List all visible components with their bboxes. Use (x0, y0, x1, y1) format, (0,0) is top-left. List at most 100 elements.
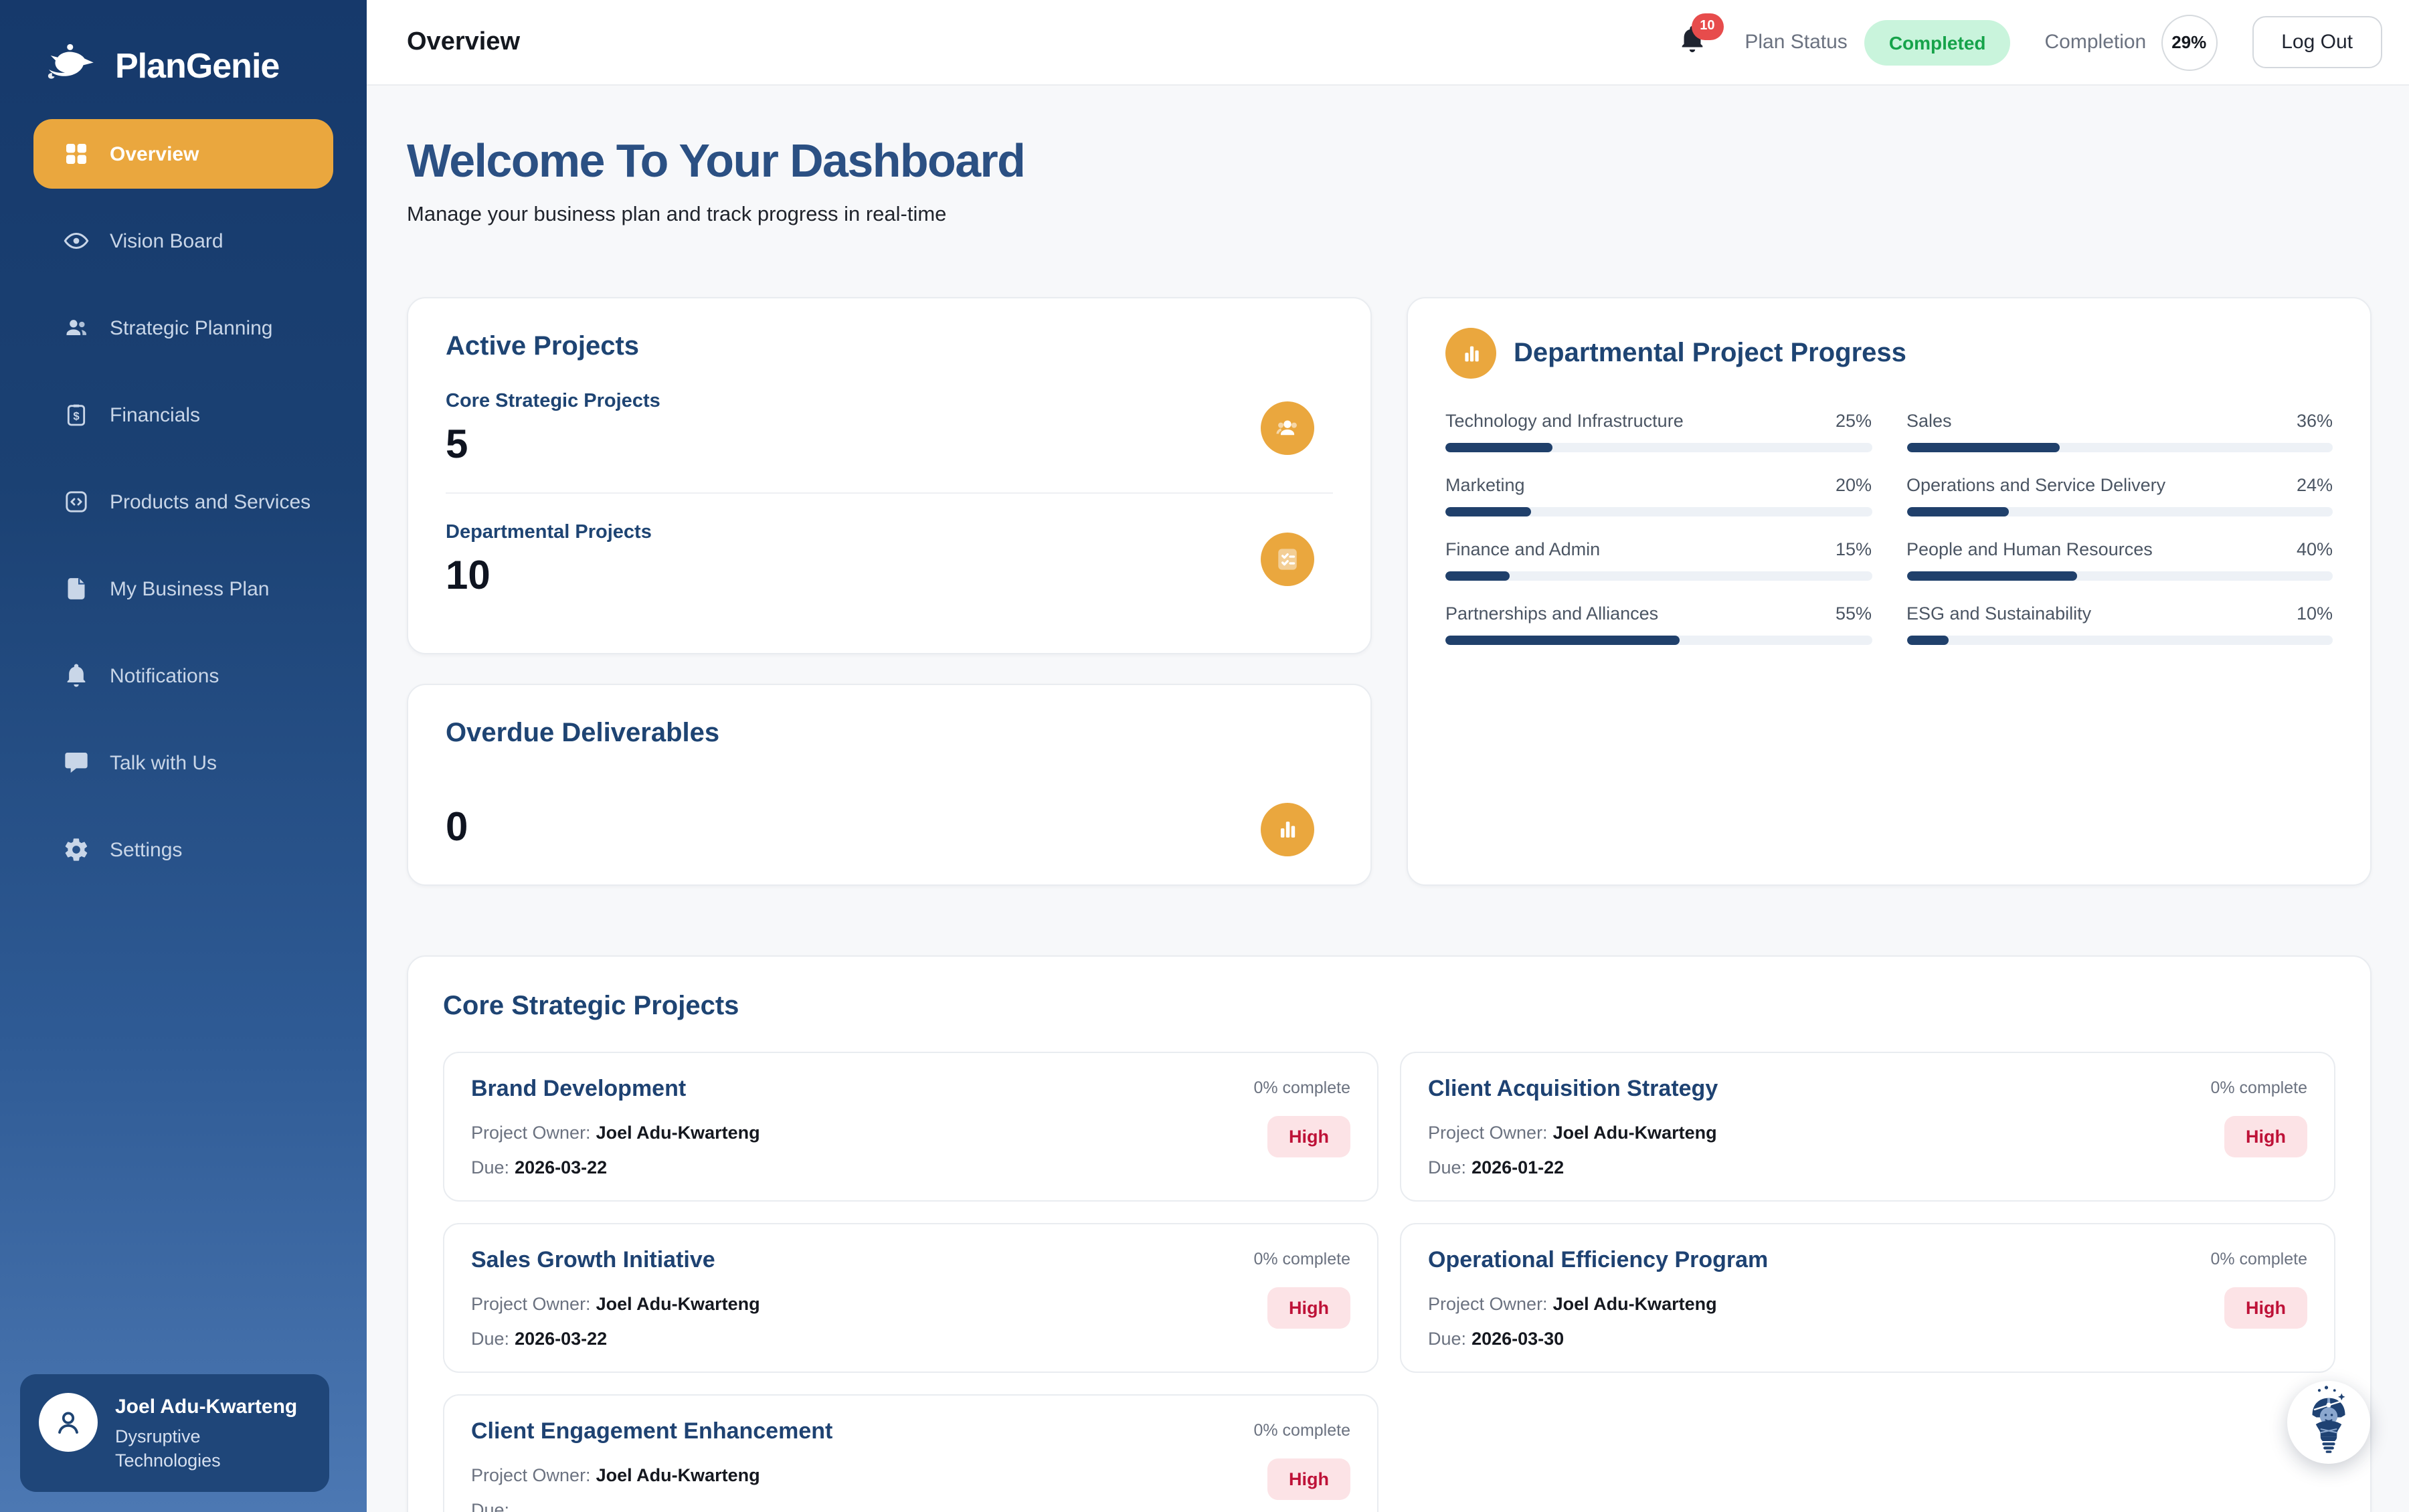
progress-bar (1445, 507, 1872, 516)
notification-bell-button[interactable]: 10 (1676, 23, 1707, 61)
project-complete: 0% complete (1253, 1078, 1350, 1097)
project-card[interactable]: Client Engagement Enhancement 0% complet… (443, 1394, 1378, 1512)
project-card[interactable]: Operational Efficiency Program 0% comple… (1400, 1223, 2335, 1373)
sidebar-item-vision-board[interactable]: Vision Board (33, 206, 333, 276)
project-card[interactable]: Sales Growth Initiative 0% complete Proj… (443, 1223, 1378, 1373)
project-title: Brand Development (471, 1076, 1350, 1103)
project-card[interactable]: Client Acquisition Strategy 0% complete … (1400, 1052, 2335, 1202)
plan-status-label: Plan Status (1745, 31, 1847, 54)
logout-button[interactable]: Log Out (2252, 16, 2382, 68)
priority-badge: High (1267, 1116, 1350, 1157)
project-card[interactable]: Brand Development 0% complete Project Ow… (443, 1052, 1378, 1202)
project-due: 2026-01-22 (1471, 1157, 1564, 1177)
department-name: ESG and Sustainability (1906, 603, 2091, 624)
genie-assistant-button[interactable] (2287, 1381, 2370, 1464)
priority-badge: High (1267, 1287, 1350, 1329)
project-owner-line: Project Owner:Joel Adu-Kwarteng (471, 1465, 1350, 1485)
active-projects-card: Active Projects Core Strategic Projects … (407, 297, 1372, 654)
department-name: Technology and Infrastructure (1445, 411, 1684, 431)
genie-lamp-icon (46, 43, 102, 90)
progress-item: Operations and Service Delivery 24% (1906, 475, 2333, 516)
code-box-icon (63, 488, 90, 515)
stat-value: 10 (446, 554, 1333, 599)
sidebar-item-talk-with-us[interactable]: Talk with Us (33, 728, 333, 797)
welcome-subtitle: Manage your business plan and track prog… (407, 203, 2372, 227)
progress-item: Sales36% (1906, 411, 2333, 452)
department-percent: 55% (1836, 603, 1872, 624)
bar-chart-icon (1261, 803, 1314, 856)
sidebar-item-label: My Business Plan (110, 577, 269, 600)
project-due-line: Due:2026-01-22 (1428, 1157, 2307, 1177)
completion-percentage: 29% (2161, 14, 2217, 70)
priority-badge: High (1267, 1458, 1350, 1500)
department-percent: 40% (2297, 539, 2333, 559)
active-projects-title: Active Projects (446, 332, 1333, 363)
progress-bar (1445, 636, 1872, 645)
department-percent: 24% (2297, 475, 2333, 495)
core-strategic-projects-section: Core Strategic Projects Brand Developmen… (407, 955, 2372, 1512)
project-due: 2026-03-22 (515, 1329, 607, 1349)
project-complete: 0% complete (2210, 1250, 2307, 1268)
sidebar-item-strategic-planning[interactable]: Strategic Planning (33, 293, 333, 363)
top-header: Overview 10 Plan Status Completed Comple… (367, 0, 2409, 86)
gear-icon (63, 836, 90, 863)
grid-icon (63, 140, 90, 167)
project-complete: 0% complete (2210, 1078, 2307, 1097)
sidebar: PlanGenie Overview Vision Board Strategi… (0, 0, 367, 1512)
progress-item: Marketing20% (1445, 475, 1872, 516)
sidebar-item-settings[interactable]: Settings (33, 815, 333, 884)
sidebar-item-label: Products and Services (110, 490, 310, 513)
project-due: 2026-03-22 (515, 1157, 607, 1177)
progress-item: ESG and Sustainability 10% (1906, 603, 2333, 645)
sidebar-nav: Overview Vision Board Strategic Planning… (0, 119, 367, 884)
department-percent: 10% (2297, 603, 2333, 624)
progress-bar (1445, 443, 1872, 452)
progress-bar (1906, 507, 2333, 516)
progress-item: Finance and Admin15% (1445, 539, 1872, 581)
project-owner: Joel Adu-Kwarteng (1553, 1294, 1717, 1314)
project-owner-line: Project Owner:Joel Adu-Kwarteng (471, 1294, 1350, 1314)
department-percent: 25% (1836, 411, 1872, 431)
sidebar-item-my-business-plan[interactable]: My Business Plan (33, 554, 333, 624)
stat-value: 5 (446, 423, 1333, 468)
project-owner-line: Project Owner:Joel Adu-Kwarteng (1428, 1123, 2307, 1143)
checklist-icon (1261, 532, 1314, 585)
stat-departmental-projects: Departmental Projects 10 (446, 492, 1333, 624)
sidebar-item-label: Notifications (110, 664, 219, 687)
department-name: Operations and Service Delivery (1906, 475, 2165, 495)
sidebar-item-products-services[interactable]: Products and Services (33, 467, 333, 537)
project-owner: Joel Adu-Kwarteng (596, 1294, 760, 1314)
sidebar-item-overview[interactable]: Overview (33, 119, 333, 189)
sidebar-item-label: Overview (110, 143, 199, 165)
sidebar-item-notifications[interactable]: Notifications (33, 641, 333, 711)
project-complete: 0% complete (1253, 1421, 1350, 1440)
sidebar-item-financials[interactable]: $ Financials (33, 380, 333, 450)
sidebar-item-label: Strategic Planning (110, 316, 273, 339)
clipboard-dollar-icon: $ (63, 401, 90, 428)
sidebar-user-card[interactable]: Joel Adu-Kwarteng Dysruptive Technologie… (20, 1374, 329, 1492)
priority-badge: High (2224, 1287, 2307, 1329)
bar-chart-icon (1445, 328, 1496, 379)
sidebar-item-label: Settings (110, 838, 182, 861)
brand-name: PlanGenie (115, 45, 279, 87)
department-name: Partnerships and Alliances (1445, 603, 1658, 624)
project-due: 2026-03-30 (1471, 1329, 1564, 1349)
users-icon (63, 314, 90, 341)
user-company: Dysruptive Technologies (115, 1424, 310, 1473)
priority-badge: High (2224, 1116, 2307, 1157)
stat-core-strategic-projects: Core Strategic Projects 5 (446, 363, 1333, 492)
notification-count-badge: 10 (1691, 13, 1723, 39)
page-title: Overview (407, 27, 520, 57)
project-due-line: Due:2026-03-30 (1428, 1329, 2307, 1349)
project-owner: Joel Adu-Kwarteng (1553, 1123, 1717, 1143)
stat-label: Core Strategic Projects (446, 391, 1333, 412)
brand-logo: PlanGenie (0, 0, 367, 90)
project-title: Operational Efficiency Program (1428, 1247, 2307, 1274)
project-title: Client Engagement Enhancement (471, 1418, 1350, 1445)
progress-item: Partnerships and Alliances 55% (1445, 603, 1872, 645)
plan-status-badge: Completed (1865, 19, 2010, 65)
progress-bar (1906, 443, 2333, 452)
completion-label: Completion (2045, 31, 2147, 54)
progress-item: Technology and Infrastructure 25% (1445, 411, 1872, 452)
welcome-heading: Welcome To Your Dashboard (407, 135, 2372, 189)
